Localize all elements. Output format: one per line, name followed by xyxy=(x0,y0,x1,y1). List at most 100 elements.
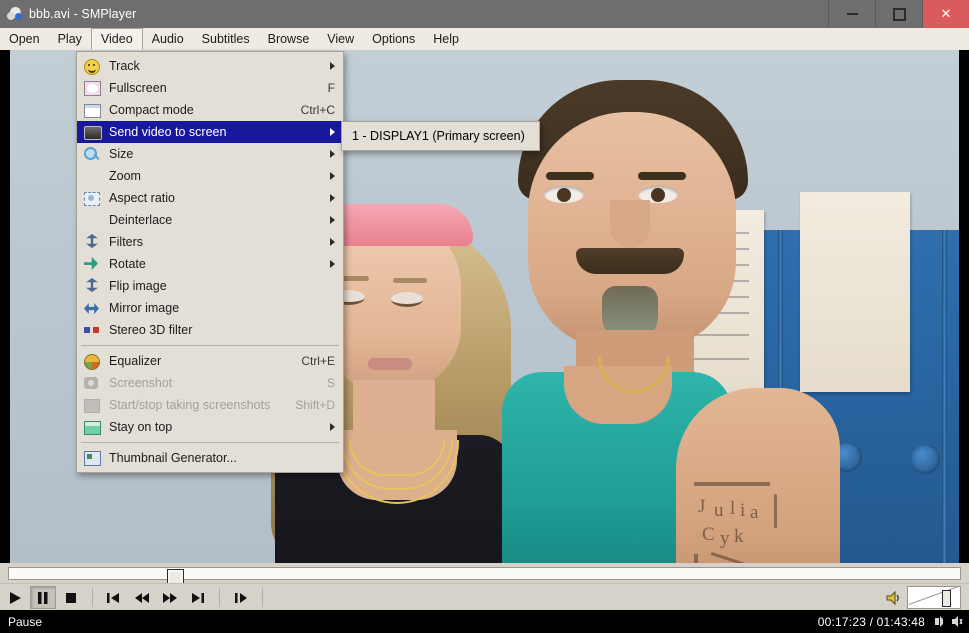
menubar-item-label: Play xyxy=(57,32,82,46)
flip-icon xyxy=(83,278,101,294)
menu-bar: Open Play Video Audio Subtitles Browse View Opt… xyxy=(0,28,969,51)
mirror-icon xyxy=(83,300,101,316)
menu-item-label: Start/stop taking screenshots xyxy=(109,398,271,412)
next-icon xyxy=(192,592,204,603)
maximize-button[interactable] xyxy=(875,0,922,28)
menu-item-label: 1 - DISPLAY1 (Primary screen) xyxy=(352,129,525,143)
menubar-item-label: Help xyxy=(433,32,459,46)
monitor-icon xyxy=(83,124,102,140)
menu-item-mirror-image[interactable]: Mirror image xyxy=(77,297,343,319)
menu-item-equalizer[interactable]: Equalizer Ctrl+E xyxy=(77,350,343,372)
menu-item-shortcut: Shift+D xyxy=(295,398,335,412)
window-buttons: ✕ xyxy=(828,0,969,28)
menubar-item-audio[interactable]: Audio xyxy=(143,28,193,50)
stop-button[interactable] xyxy=(58,586,84,609)
play-icon xyxy=(10,591,21,604)
menu-item-label: Fullscreen xyxy=(109,81,167,95)
submenu-arrow-icon xyxy=(330,194,335,202)
window-title: bbb.avi - SMPlayer xyxy=(29,7,137,21)
control-separator xyxy=(262,588,263,607)
play-button[interactable] xyxy=(2,586,28,609)
previous-button[interactable] xyxy=(101,586,127,609)
menu-item-stay-on-top[interactable]: Stay on top xyxy=(77,416,343,438)
mute-icon xyxy=(952,616,963,627)
maximize-icon xyxy=(892,7,906,21)
close-button[interactable]: ✕ xyxy=(922,0,969,28)
menubar-item-help[interactable]: Help xyxy=(424,28,468,50)
status-bar: Pause 00:17:23 / 01:43:48 xyxy=(0,610,969,633)
menubar-item-label: Browse xyxy=(267,32,310,46)
volume-control[interactable] xyxy=(885,585,961,610)
menu-separator xyxy=(81,442,339,443)
frame-step-button[interactable] xyxy=(228,586,254,609)
submenu-arrow-icon xyxy=(330,172,335,180)
smplayer-window: bbb.avi - SMPlayer ✕ Open Play Video Audio S… xyxy=(0,0,969,633)
minimize-icon xyxy=(846,13,858,15)
status-bar-icons xyxy=(934,615,963,628)
playback-state-label: Pause xyxy=(8,614,43,629)
menu-item-label: Deinterlace xyxy=(109,213,173,227)
menu-item-deinterlace[interactable]: Deinterlace xyxy=(77,209,343,231)
menubar-item-open[interactable]: Open xyxy=(0,28,49,50)
rewind-icon xyxy=(135,592,149,603)
menubar-item-view[interactable]: View xyxy=(318,28,363,50)
menu-item-rotate[interactable]: Rotate xyxy=(77,253,343,275)
submenu-arrow-icon xyxy=(330,62,335,70)
menu-item-flip-image[interactable]: Flip image xyxy=(77,275,343,297)
submenu-arrow-icon xyxy=(330,150,335,158)
menubar-item-video[interactable]: Video xyxy=(90,28,143,50)
control-separator xyxy=(219,588,220,607)
menu-item-shortcut: Ctrl+C xyxy=(300,103,335,117)
volume-slider[interactable] xyxy=(907,586,961,609)
menu-item-label: Equalizer xyxy=(109,354,162,368)
menu-item-thumbnail-generator[interactable]: Thumbnail Generator... xyxy=(77,447,343,469)
menu-item-send-video-to-screen[interactable]: Send video to screen xyxy=(77,121,343,143)
menu-item-label: Size xyxy=(109,147,134,161)
time-display: 00:17:23 / 01:43:48 xyxy=(817,614,925,629)
send-to-screen-submenu: 1 - DISPLAY1 (Primary screen) xyxy=(341,121,540,151)
menu-item-shortcut: Ctrl+E xyxy=(301,354,335,368)
menu-item-zoom[interactable]: Zoom xyxy=(77,165,343,187)
menu-item-compact-mode[interactable]: Compact mode Ctrl+C xyxy=(77,99,343,121)
no-icon xyxy=(83,212,101,228)
next-button[interactable] xyxy=(185,586,211,609)
volume-slider-handle[interactable] xyxy=(942,590,951,607)
playback-controls xyxy=(0,583,969,611)
forward-button[interactable] xyxy=(157,586,183,609)
seek-slider[interactable] xyxy=(8,567,961,586)
menu-item-label: Track xyxy=(109,59,140,73)
menu-item-label: Stay on top xyxy=(109,420,173,434)
screenshot-icon xyxy=(83,375,101,391)
menubar-item-options[interactable]: Options xyxy=(363,28,424,50)
menubar-item-play[interactable]: Play xyxy=(49,28,91,50)
menubar-item-browse[interactable]: Browse xyxy=(259,28,319,50)
rewind-button[interactable] xyxy=(129,586,155,609)
menu-item-label: Screenshot xyxy=(109,376,173,390)
menu-item-label: Compact mode xyxy=(109,103,194,117)
menu-item-fullscreen[interactable]: Fullscreen F xyxy=(77,77,343,99)
screenshots-icon xyxy=(83,397,101,413)
forward-icon xyxy=(163,592,177,603)
menu-item-1-display1-primary-screen[interactable]: 1 - DISPLAY1 (Primary screen) xyxy=(342,125,539,147)
equalizer-icon xyxy=(83,353,101,370)
menubar-item-label: Options xyxy=(372,32,416,46)
stereo-3d-icon xyxy=(83,322,101,338)
menubar-item-label: View xyxy=(327,32,355,46)
menu-item-label: Flip image xyxy=(109,279,167,293)
submenu-arrow-icon xyxy=(330,423,335,431)
menu-item-filters[interactable]: Filters xyxy=(77,231,343,253)
menu-item-label: Send video to screen xyxy=(109,125,227,139)
compact-mode-icon xyxy=(83,102,101,118)
speaker-icon[interactable] xyxy=(885,590,903,606)
menu-item-label: Mirror image xyxy=(109,301,180,315)
filters-icon xyxy=(83,234,101,250)
menubar-item-subtitles[interactable]: Subtitles xyxy=(193,28,259,50)
menu-item-aspect-ratio[interactable]: Aspect ratio xyxy=(77,187,343,209)
menu-item-track[interactable]: Track xyxy=(77,55,343,77)
menubar-item-label: Open xyxy=(9,32,40,46)
menu-item-size[interactable]: Size xyxy=(77,143,343,165)
seek-bar-row xyxy=(0,563,969,586)
minimize-button[interactable] xyxy=(828,0,875,28)
pause-button[interactable] xyxy=(30,586,56,609)
menu-item-stereo-3d-filter[interactable]: Stereo 3D filter xyxy=(77,319,343,341)
